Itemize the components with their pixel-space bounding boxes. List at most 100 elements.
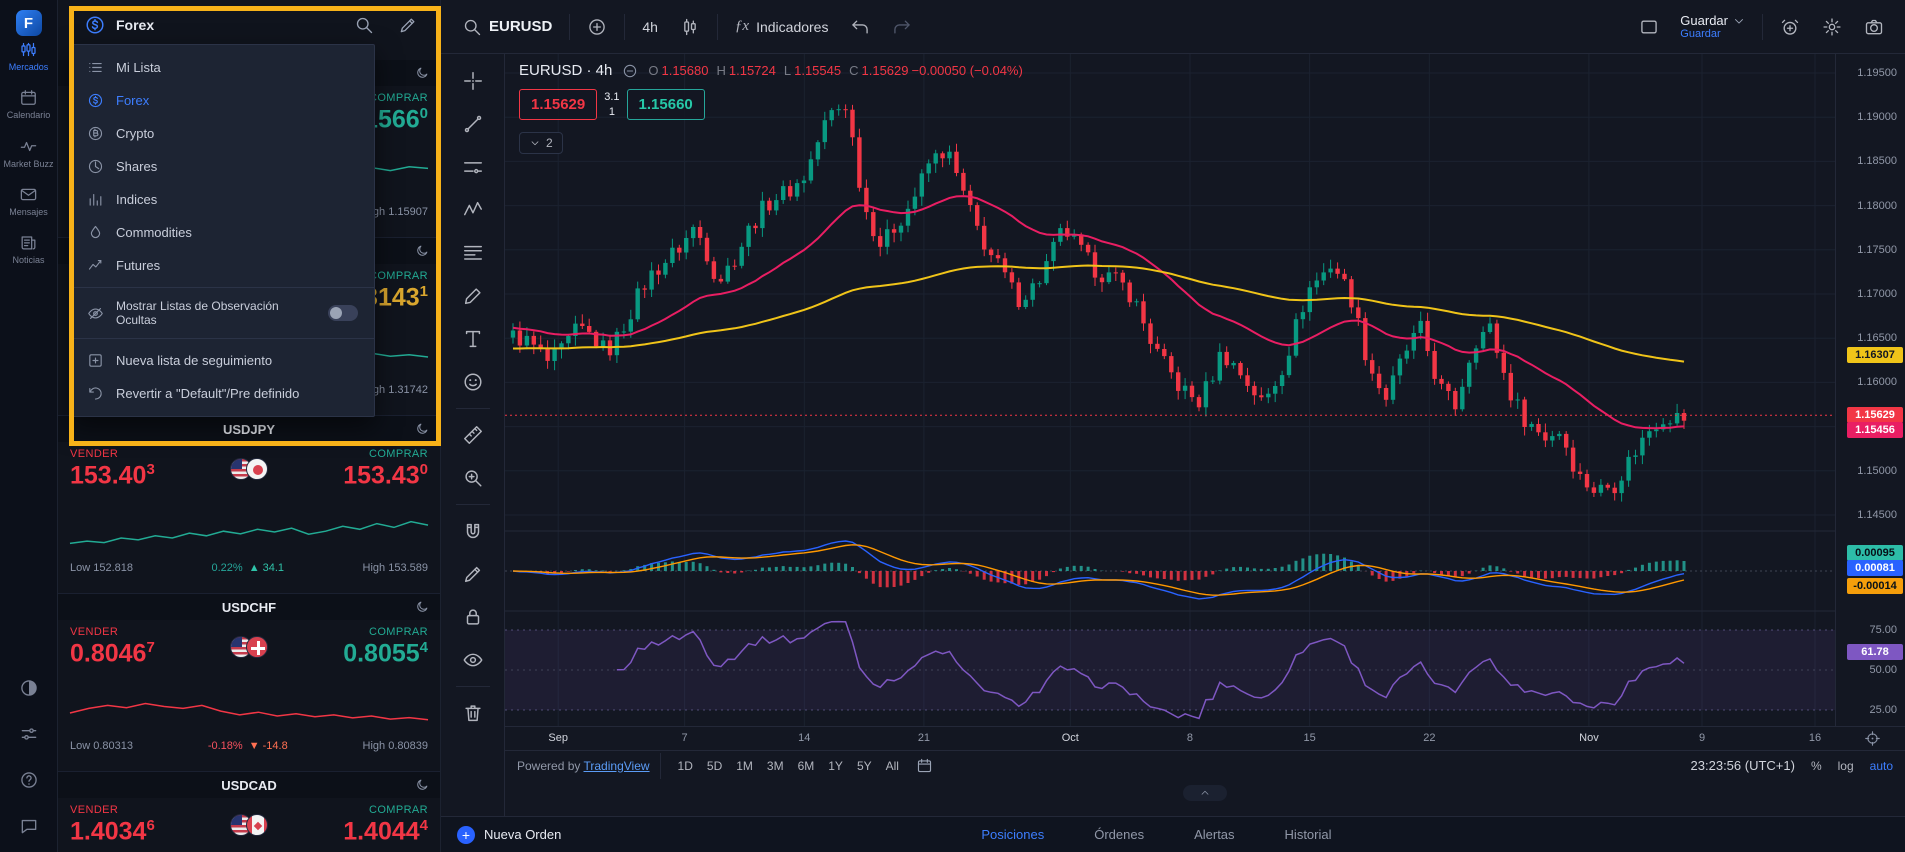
buy-quote-button[interactable]: COMPRAR 0.80554 [343, 626, 428, 668]
tradingview-link[interactable]: TradingView [584, 759, 650, 773]
clock[interactable]: 23:23:56 (UTC+1) [1691, 758, 1795, 773]
range-button-6m[interactable]: 6M [791, 757, 822, 775]
buy-quote-button[interactable]: COMPRAR 153.430 [343, 448, 428, 490]
menu-item-commodities[interactable]: Commodities [71, 216, 374, 249]
range-button-1y[interactable]: 1Y [821, 757, 850, 775]
time-scale[interactable]: Sep 7 14 21 Oct 8 15 22 Nov 9 16 [505, 726, 1905, 750]
buy-quote-button[interactable]: COMPRAR 1.40444 [343, 804, 428, 846]
sidebar-item-calendario[interactable]: Calendario [1, 88, 55, 120]
sidebar-help-button[interactable] [19, 770, 39, 790]
zoom-tool[interactable] [456, 461, 490, 495]
watchlist-category-icon [84, 14, 106, 36]
tab-posiciones[interactable]: Posiciones [981, 818, 1044, 851]
menu-action-plus-square[interactable]: Nueva lista de seguimiento [71, 344, 374, 377]
redo-button[interactable] [883, 10, 921, 44]
expand-trade-panel-button[interactable] [1183, 785, 1227, 801]
new-order-button[interactable]: Nueva Orden [457, 825, 561, 844]
show-hidden-watchlists-toggle[interactable] [328, 305, 358, 321]
sell-quote-button[interactable]: VENDER 1.40346 [70, 804, 155, 846]
scroll-to-realtime-icon[interactable] [1864, 730, 1881, 747]
layout-button[interactable] [1630, 10, 1668, 44]
indicators-collapse-chip[interactable]: 2 [519, 132, 563, 154]
tab-alertas[interactable]: Alertas [1194, 818, 1234, 851]
watchlist-search-icon[interactable] [354, 15, 374, 35]
measure-tool[interactable] [456, 418, 490, 452]
sidebar-support-chat-button[interactable] [19, 816, 39, 836]
trend-line-tool[interactable] [456, 107, 490, 141]
time-axis-label: 9 [1698, 732, 1706, 744]
interval-button[interactable]: 4h [633, 12, 667, 42]
sidebar-item-noticias[interactable]: Noticias [1, 233, 55, 265]
sell-quote-button[interactable]: VENDER 0.80467 [70, 626, 155, 668]
menu-item-mi-lista[interactable]: Mi Lista [71, 51, 374, 84]
fibonacci-tool[interactable] [456, 236, 490, 270]
tab-órdenes[interactable]: Órdenes [1094, 818, 1144, 851]
pattern-tool[interactable] [456, 193, 490, 227]
hide-drawings-tool[interactable] [456, 643, 490, 677]
sell-quote-button[interactable]: VENDER 153.403 [70, 448, 155, 490]
sidebar-item-mercados[interactable]: Mercados [1, 40, 55, 72]
range-button-1m[interactable]: 1M [729, 757, 760, 775]
range-button-1d[interactable]: 1D [671, 757, 700, 775]
sidebar-item-market-buzz[interactable]: Market Buzz [1, 137, 55, 169]
watchlist-row-usdjpy[interactable]: USDJPY VENDER 153.403 COMPRAR 153.430 Low 152… [58, 416, 440, 594]
menu-item-shares[interactable]: Shares [71, 150, 374, 183]
menu-item-indices[interactable]: Indices [71, 183, 374, 216]
watchlist-row-usdchf[interactable]: USDCHF VENDER 0.80467 COMPRAR 0.80554 Low 0.8… [58, 594, 440, 772]
symbol-search-button[interactable]: EURUSD [453, 10, 561, 44]
change-value: ▲ 34.1 [248, 562, 285, 574]
range-button-all[interactable]: All [879, 757, 906, 775]
menu-action-revert[interactable]: Revertir a "Default"/Pre definido [71, 377, 374, 410]
chart-settings-button[interactable] [1813, 10, 1851, 44]
watchlist-category-selector[interactable]: Forex [116, 17, 330, 33]
lock-drawings-tool[interactable] [456, 600, 490, 634]
range-button-5d[interactable]: 5D [700, 757, 729, 775]
legend-collapse-icon[interactable] [622, 63, 638, 79]
indicators-button[interactable]: ƒx Indicadores [726, 11, 838, 42]
sidebar-display-settings-button[interactable] [19, 724, 39, 744]
create-alert-button[interactable] [1771, 10, 1809, 44]
price-chart-canvas[interactable] [505, 54, 1835, 726]
app-logo[interactable]: F [15, 10, 42, 36]
chart-style-button[interactable] [671, 10, 709, 44]
crosshair-tool[interactable] [456, 64, 490, 98]
percent-scale-toggle[interactable]: % [1811, 759, 1822, 773]
menu-item-crypto[interactable]: Crypto [71, 117, 374, 150]
remove-drawings-tool[interactable] [456, 696, 490, 730]
watchlist-row-usdcad[interactable]: USDCAD VENDER 1.40346 COMPRAR 1.40444 [58, 772, 440, 852]
menu-item-forex[interactable]: Forex [71, 84, 374, 117]
log-scale-toggle[interactable]: log [1838, 759, 1854, 773]
draw-tool[interactable] [456, 557, 490, 591]
range-button-3m[interactable]: 3M [760, 757, 791, 775]
price-scale[interactable]: 1.19500 1.19000 1.18500 1.18000 1.17500 1.170… [1835, 54, 1905, 726]
tab-historial[interactable]: Historial [1285, 818, 1332, 851]
show-hidden-watchlists-row[interactable]: Mostrar Listas de Observación Ocultas [71, 293, 374, 333]
chart-symbol-title[interactable]: EURUSD · 4h [519, 62, 612, 79]
save-layout-button[interactable]: Guardar Guardar [1672, 11, 1754, 42]
magnet-tool[interactable] [456, 514, 490, 548]
snapshot-button[interactable] [1855, 10, 1893, 44]
menu-item-futures[interactable]: Futures [71, 249, 374, 282]
range-button-5y[interactable]: 5Y [850, 757, 879, 775]
commodities-icon [87, 224, 104, 241]
emoji-tool[interactable] [456, 365, 490, 399]
compare-symbol-button[interactable] [578, 10, 616, 44]
low-value: Low 0.80313 [70, 740, 133, 752]
rsi-scale-label: 25.00 [1869, 704, 1897, 716]
watchlist-edit-icon[interactable] [398, 15, 418, 35]
toolbar-divider [455, 686, 490, 687]
date-range-buttons: 1D 5D 1M 3M 6M 1Y 5Y All [671, 757, 906, 775]
horizontal-line-tool[interactable] [456, 150, 490, 184]
buy-button[interactable]: 1.15660 [626, 89, 705, 120]
sidebar-item-mensajes[interactable]: Mensajes [1, 185, 55, 217]
sell-button[interactable]: 1.15629 [519, 89, 598, 120]
go-to-date-icon[interactable] [916, 757, 933, 774]
undo-button[interactable] [841, 10, 879, 44]
currency-pair-flags [230, 458, 268, 480]
rsi-value-badge: 61.78 [1847, 644, 1903, 660]
trade-panel-tabs: Posiciones Órdenes Alertas Historial [981, 818, 1331, 851]
text-tool[interactable] [456, 322, 490, 356]
sidebar-theme-toggle-button[interactable] [19, 678, 39, 698]
auto-scale-toggle[interactable]: auto [1870, 759, 1893, 773]
brush-tool[interactable] [456, 279, 490, 313]
